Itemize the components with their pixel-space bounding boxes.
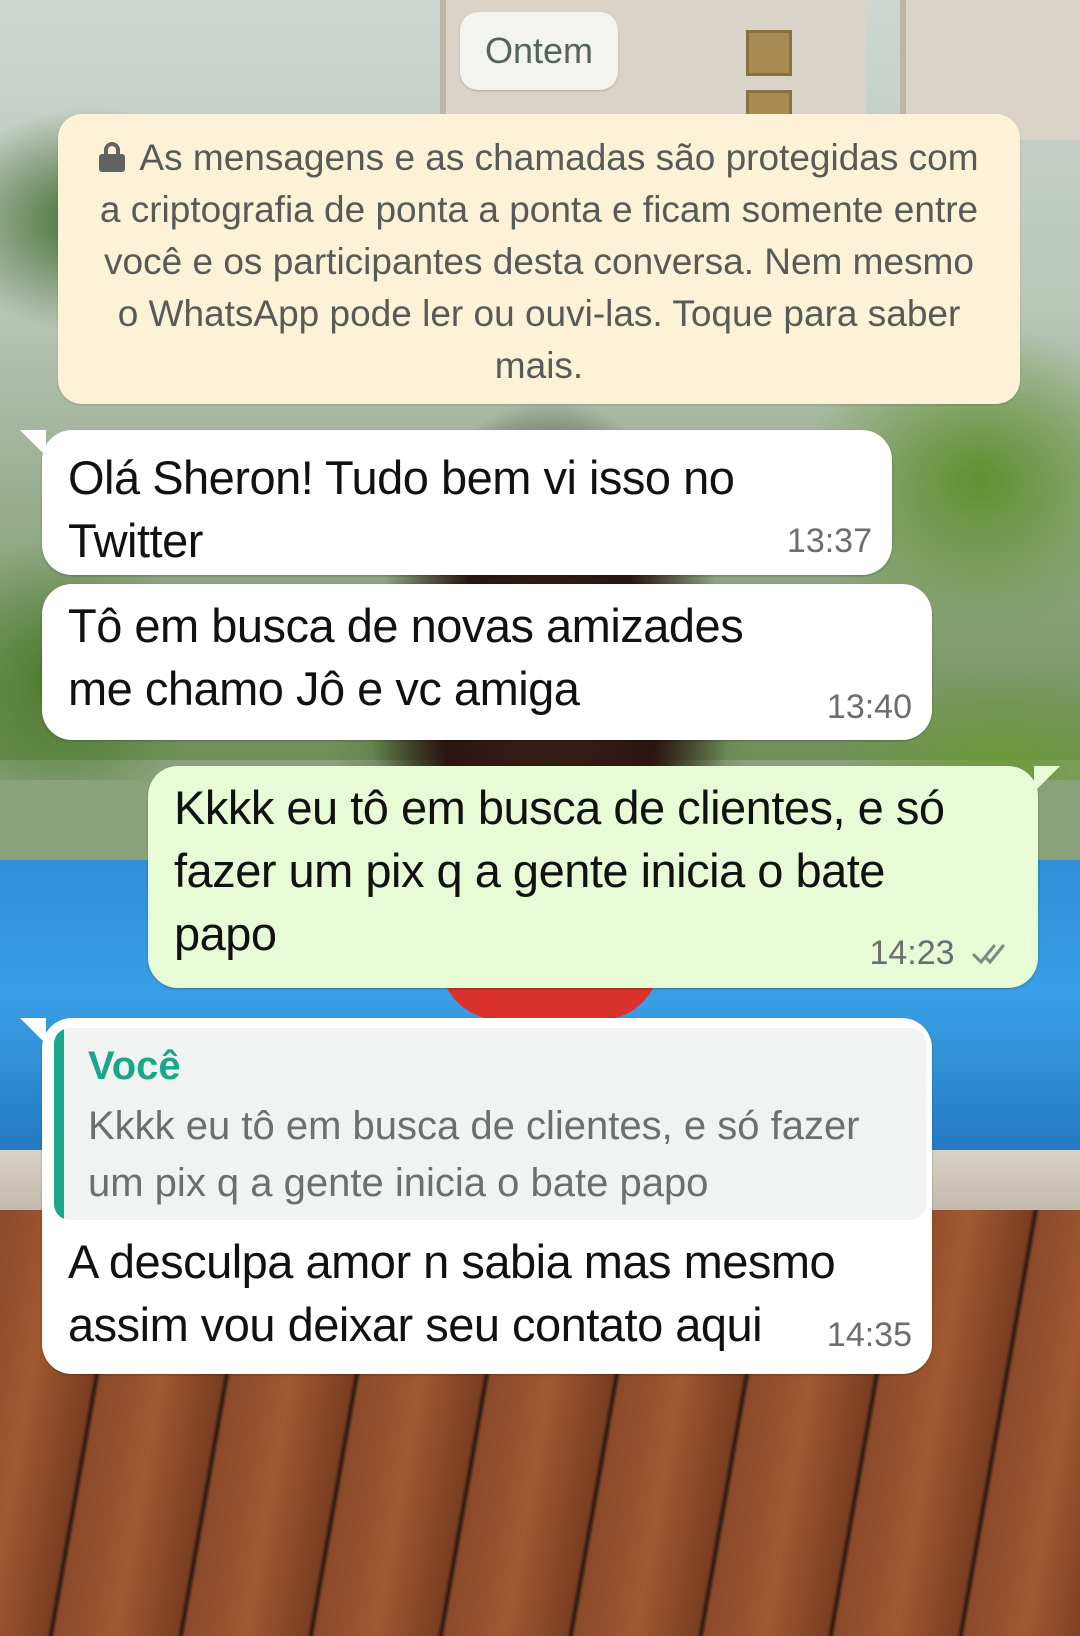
message-timestamp: 13:37 bbox=[786, 522, 872, 560]
quote-accent-bar bbox=[54, 1028, 64, 1220]
date-separator: Ontem bbox=[460, 12, 618, 90]
message-bubble-incoming-reply[interactable]: Você Kkkk eu tô em busca de clientes, e … bbox=[20, 1018, 932, 1374]
chat-thread[interactable]: Ontem As mensagens e as chamadas são pro… bbox=[0, 0, 1080, 1636]
quoted-author: Você bbox=[88, 1044, 181, 1088]
quoted-text: Kkkk eu tô em busca de clientes, e só fa… bbox=[88, 1104, 860, 1205]
message-bubble-incoming[interactable]: Tô em busca de novas amizades me chamo J… bbox=[42, 584, 932, 740]
date-separator-label: Ontem bbox=[484, 30, 594, 71]
encryption-notice-text: As mensagens e as chamadas são protegida… bbox=[99, 137, 979, 386]
message-timestamp: 13:40 bbox=[826, 688, 912, 726]
message-text: A desculpa amor n sabia mas mesmo assim … bbox=[68, 1235, 836, 1351]
lock-icon bbox=[99, 142, 126, 172]
double-check-icon bbox=[972, 944, 1005, 965]
message-timestamp-text: 14:23 bbox=[869, 934, 955, 972]
message-timestamp: 14:23 bbox=[869, 934, 1014, 973]
message-text: Tô em busca de novas amizades me chamo J… bbox=[68, 599, 744, 715]
message-bubble-incoming[interactable]: Olá Sheron! Tudo bem vi isso no Twitter … bbox=[20, 430, 892, 575]
encryption-notice[interactable]: As mensagens e as chamadas são protegida… bbox=[58, 114, 1020, 404]
message-text: Olá Sheron! Tudo bem vi isso no Twitter bbox=[68, 451, 735, 567]
quoted-message[interactable]: Você Kkkk eu tô em busca de clientes, e … bbox=[54, 1028, 926, 1220]
message-text: Kkkk eu tô em busca de clientes, e só fa… bbox=[174, 781, 945, 960]
message-bubble-outgoing[interactable]: Kkkk eu tô em busca de clientes, e só fa… bbox=[148, 766, 1060, 988]
message-timestamp: 14:35 bbox=[826, 1316, 912, 1354]
